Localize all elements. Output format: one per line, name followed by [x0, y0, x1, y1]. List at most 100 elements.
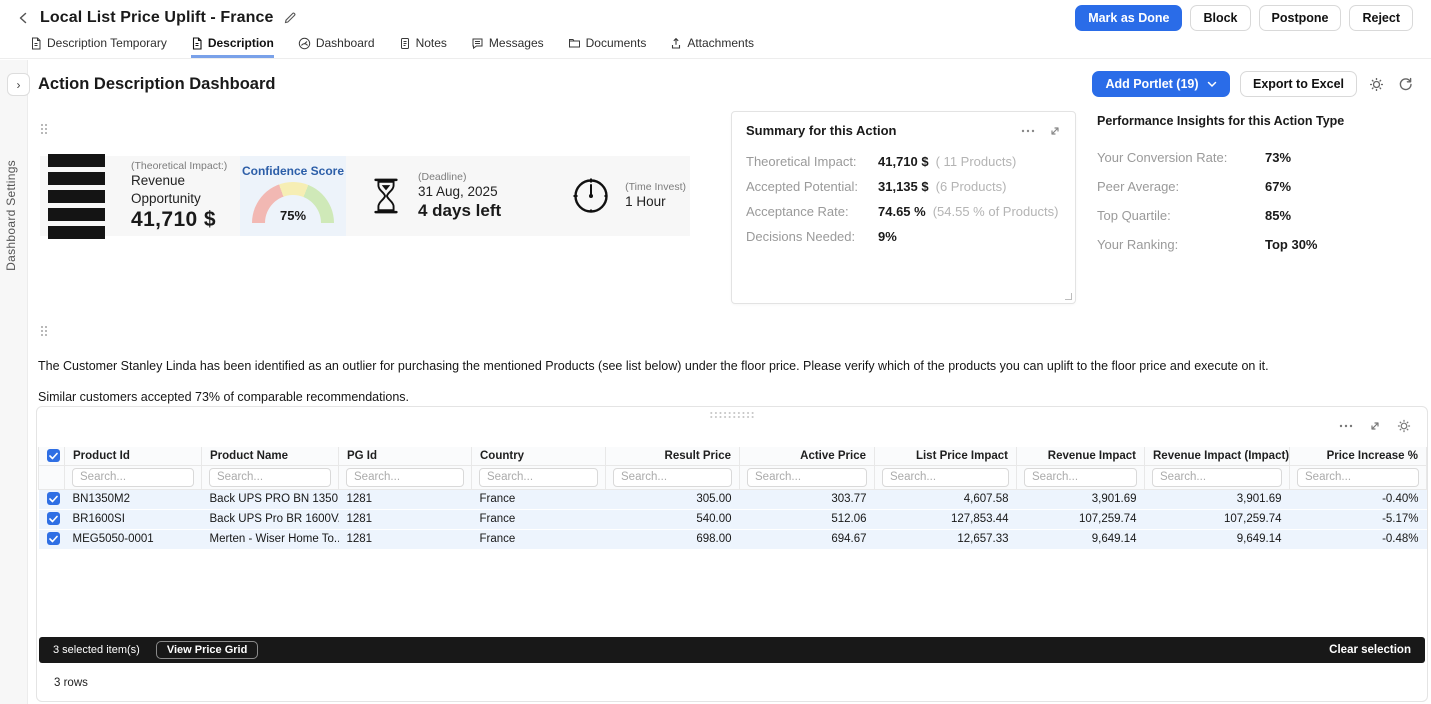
text-drag-handle-icon[interactable] [40, 325, 49, 336]
row-checkbox[interactable] [47, 512, 60, 525]
more-options-icon[interactable] [1021, 129, 1035, 133]
tab-notes[interactable]: Notes [399, 36, 447, 58]
edit-title-icon[interactable] [283, 11, 297, 25]
summary-note: (54.55 % of Products) [933, 204, 1059, 219]
row-checkbox[interactable] [47, 492, 60, 505]
summary-label: Decisions Needed: [746, 229, 878, 244]
cell-pg-id: 1281 [339, 529, 472, 549]
table-settings-gear-icon[interactable] [1397, 419, 1411, 433]
search-input[interactable] [1297, 468, 1419, 487]
row-checkbox[interactable] [47, 532, 60, 545]
search-input[interactable] [1152, 468, 1282, 487]
deadline-caption: (Deadline) [418, 171, 501, 183]
rail-expand-button[interactable]: › [7, 73, 30, 96]
block-button[interactable]: Block [1190, 5, 1250, 31]
insights-row: Your Ranking: Top 30% [1097, 237, 1431, 252]
row-count: 3 rows [54, 677, 88, 689]
column-header[interactable]: PG Id [339, 447, 472, 465]
column-header[interactable]: List Price Impact [875, 447, 1017, 465]
search-input[interactable] [1024, 468, 1137, 487]
search-input[interactable] [72, 468, 194, 487]
clock-icon [571, 176, 611, 216]
tab-description-temporary[interactable]: Description Temporary [30, 36, 167, 58]
cell-revenue-impact: 9,649.14 [1017, 529, 1145, 549]
main-content: Action Description Dashboard Add Portlet… [28, 59, 1431, 704]
export-to-excel-button[interactable]: Export to Excel [1240, 71, 1357, 97]
tab-attachments[interactable]: Attachments [670, 36, 754, 58]
postpone-button[interactable]: Postpone [1259, 5, 1342, 31]
confidence-value: 75% [252, 208, 334, 223]
cell-product-id: BN1350M2 [65, 489, 202, 509]
column-header[interactable]: Product Name [202, 447, 339, 465]
cell-revenue-impact: 107,259.74 [1017, 509, 1145, 529]
time-invest-caption: (Time Invest) [625, 181, 686, 193]
tab-description[interactable]: Description [191, 36, 274, 58]
table-search-row [39, 465, 1427, 489]
resize-handle-icon[interactable] [1065, 293, 1072, 300]
dashboard-title: Action Description Dashboard [38, 75, 275, 94]
revenue-opportunity-value: 41,710 $ [131, 208, 227, 232]
tab-label: Messages [489, 36, 544, 50]
dashboard-header: Action Description Dashboard Add Portlet… [38, 71, 1415, 97]
theoretical-impact-caption: (Theoretical Impact:) [131, 160, 227, 172]
insights-label: Your Conversion Rate: [1097, 150, 1265, 165]
search-input[interactable] [479, 468, 598, 487]
expand-icon[interactable] [1049, 125, 1061, 137]
summary-note: ( 11 Products) [936, 154, 1017, 169]
insights-label: Peer Average: [1097, 179, 1265, 194]
cell-pg-id: 1281 [339, 509, 472, 529]
time-invest-value: 1 Hour [625, 193, 686, 211]
tab-documents[interactable]: Documents [568, 36, 647, 58]
kpi-revenue-opportunity: (Theoretical Impact:) Revenue Opportunit… [40, 156, 240, 236]
search-input[interactable] [882, 468, 1009, 487]
mark-as-done-button[interactable]: Mark as Done [1075, 5, 1182, 31]
tab-label: Attachments [687, 36, 754, 50]
tab-dashboard[interactable]: Dashboard [298, 36, 375, 58]
upload-icon [670, 37, 682, 50]
search-input[interactable] [209, 468, 331, 487]
tab-label: Documents [586, 36, 647, 50]
tab-label: Dashboard [316, 36, 375, 50]
cell-product-name: Back UPS Pro BR 1600V... [202, 509, 339, 529]
search-input[interactable] [747, 468, 867, 487]
select-all-checkbox[interactable] [47, 449, 60, 462]
top-bar: Local List Price Uplift - France Mark as… [0, 0, 1431, 36]
refresh-icon[interactable] [1396, 75, 1415, 94]
back-icon[interactable] [16, 11, 30, 25]
tab-messages[interactable]: Messages [471, 36, 544, 58]
cell-list-price-impact: 4,607.58 [875, 489, 1017, 509]
summary-value: 31,135 $ [878, 179, 929, 194]
cell-product-name: Merten - Wiser Home To... [202, 529, 339, 549]
add-portlet-label: Add Portlet (19) [1105, 77, 1198, 91]
view-price-grid-button[interactable]: View Price Grid [156, 641, 259, 659]
reject-button[interactable]: Reject [1349, 5, 1413, 31]
cell-product-id: MEG5050-0001 [65, 529, 202, 549]
message-icon [471, 37, 484, 50]
cell-revenue-impact: 3,901.69 [1017, 489, 1145, 509]
search-input[interactable] [346, 468, 464, 487]
insights-value: 67% [1265, 179, 1291, 194]
column-header[interactable]: Product Id [65, 447, 202, 465]
column-header[interactable]: Result Price [606, 447, 740, 465]
column-header[interactable]: Revenue Impact [1017, 447, 1145, 465]
deadline-date: 31 Aug, 2025 [418, 183, 501, 201]
more-options-icon[interactable] [1339, 424, 1353, 428]
clear-selection-button[interactable]: Clear selection [1329, 644, 1411, 656]
add-portlet-button[interactable]: Add Portlet (19) [1092, 71, 1230, 97]
table-drag-handle-icon[interactable] [709, 411, 755, 419]
kpi-confidence-score: Confidence Score 75% [240, 156, 346, 236]
search-input[interactable] [613, 468, 732, 487]
column-header[interactable]: Price Increase % [1290, 447, 1427, 465]
kpi-drag-handle-icon[interactable] [40, 123, 49, 134]
cell-price-increase: -5.17% [1290, 509, 1427, 529]
products-table-card: Product Id Product Name PG Id Country Re… [36, 406, 1428, 702]
expand-icon[interactable] [1369, 420, 1381, 432]
table-row[interactable]: BN1350M2 Back UPS PRO BN 1350... 1281 Fr… [39, 489, 1427, 509]
table-row[interactable]: MEG5050-0001 Merten - Wiser Home To... 1… [39, 529, 1427, 549]
tab-label: Description Temporary [47, 36, 167, 50]
column-header[interactable]: Country [472, 447, 606, 465]
column-header[interactable]: Active Price [740, 447, 875, 465]
column-header[interactable]: Revenue Impact (Impact) [1145, 447, 1290, 465]
settings-gear-icon[interactable] [1367, 75, 1386, 94]
table-row[interactable]: BR1600SI Back UPS Pro BR 1600V... 1281 F… [39, 509, 1427, 529]
